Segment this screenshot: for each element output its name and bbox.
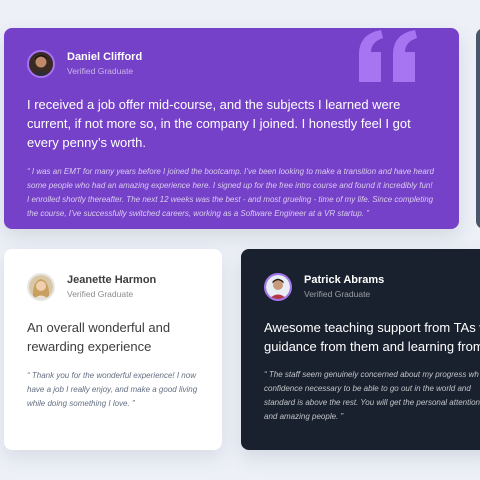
author-name: Jeanette Harmon bbox=[67, 274, 157, 287]
testimonial-headline: I received a job offer mid-course, and t… bbox=[27, 97, 411, 150]
quote-line: “ The staff seem genuinely concerned abo… bbox=[264, 370, 479, 379]
quote-line: confidence necessary to be able to go ou… bbox=[264, 384, 471, 393]
author-info: Patrick Abrams Verified Graduate bbox=[304, 275, 384, 299]
headline-line: Awesome teaching support from TAs who d bbox=[264, 320, 480, 335]
testimonial-header: Patrick Abrams Verified Graduate bbox=[264, 273, 480, 301]
author-name: Patrick Abrams bbox=[304, 274, 385, 287]
avatar-patrick bbox=[264, 273, 292, 301]
testimonial-quote: “ I was an EMT for many years before I j… bbox=[27, 167, 434, 218]
quote-line: standard is above the rest. You will get… bbox=[264, 398, 480, 407]
testimonial-card-jeanette: Jeanette Harmon Verified Graduate An ove… bbox=[4, 249, 222, 450]
author-info: Daniel Clifford Verified Graduate bbox=[67, 52, 142, 76]
testimonial-card-partial bbox=[476, 28, 480, 229]
author-role: Verified Graduate bbox=[304, 289, 371, 300]
author-info: Jeanette Harmon Verified Graduate bbox=[67, 275, 156, 299]
testimonial-card-patrick: Patrick Abrams Verified Graduate Awesome… bbox=[241, 249, 480, 450]
headline-line: guidance from them and learning from the… bbox=[264, 339, 480, 354]
author-name: Daniel Clifford bbox=[67, 51, 143, 64]
avatar-daniel bbox=[27, 50, 55, 78]
testimonial-headline: An overall wonderful and rewarding exper… bbox=[27, 320, 171, 354]
testimonial-quote: “ Thank you for the wonderful experience… bbox=[27, 371, 198, 408]
testimonial-card-daniel: Daniel Clifford Verified Graduate I rece… bbox=[4, 28, 459, 229]
testimonial-header: Daniel Clifford Verified Graduate bbox=[27, 50, 436, 78]
quote-line: and amazing people. ” bbox=[264, 412, 344, 421]
avatar-jeanette bbox=[27, 273, 55, 301]
testimonial-headline: Awesome teaching support from TAs who d … bbox=[264, 318, 480, 356]
testimonial-quote: “ The staff seem genuinely concerned abo… bbox=[264, 368, 480, 424]
author-role: Verified Graduate bbox=[67, 66, 134, 77]
testimonial-header: Jeanette Harmon Verified Graduate bbox=[27, 273, 199, 301]
author-role: Verified Graduate bbox=[67, 289, 134, 300]
